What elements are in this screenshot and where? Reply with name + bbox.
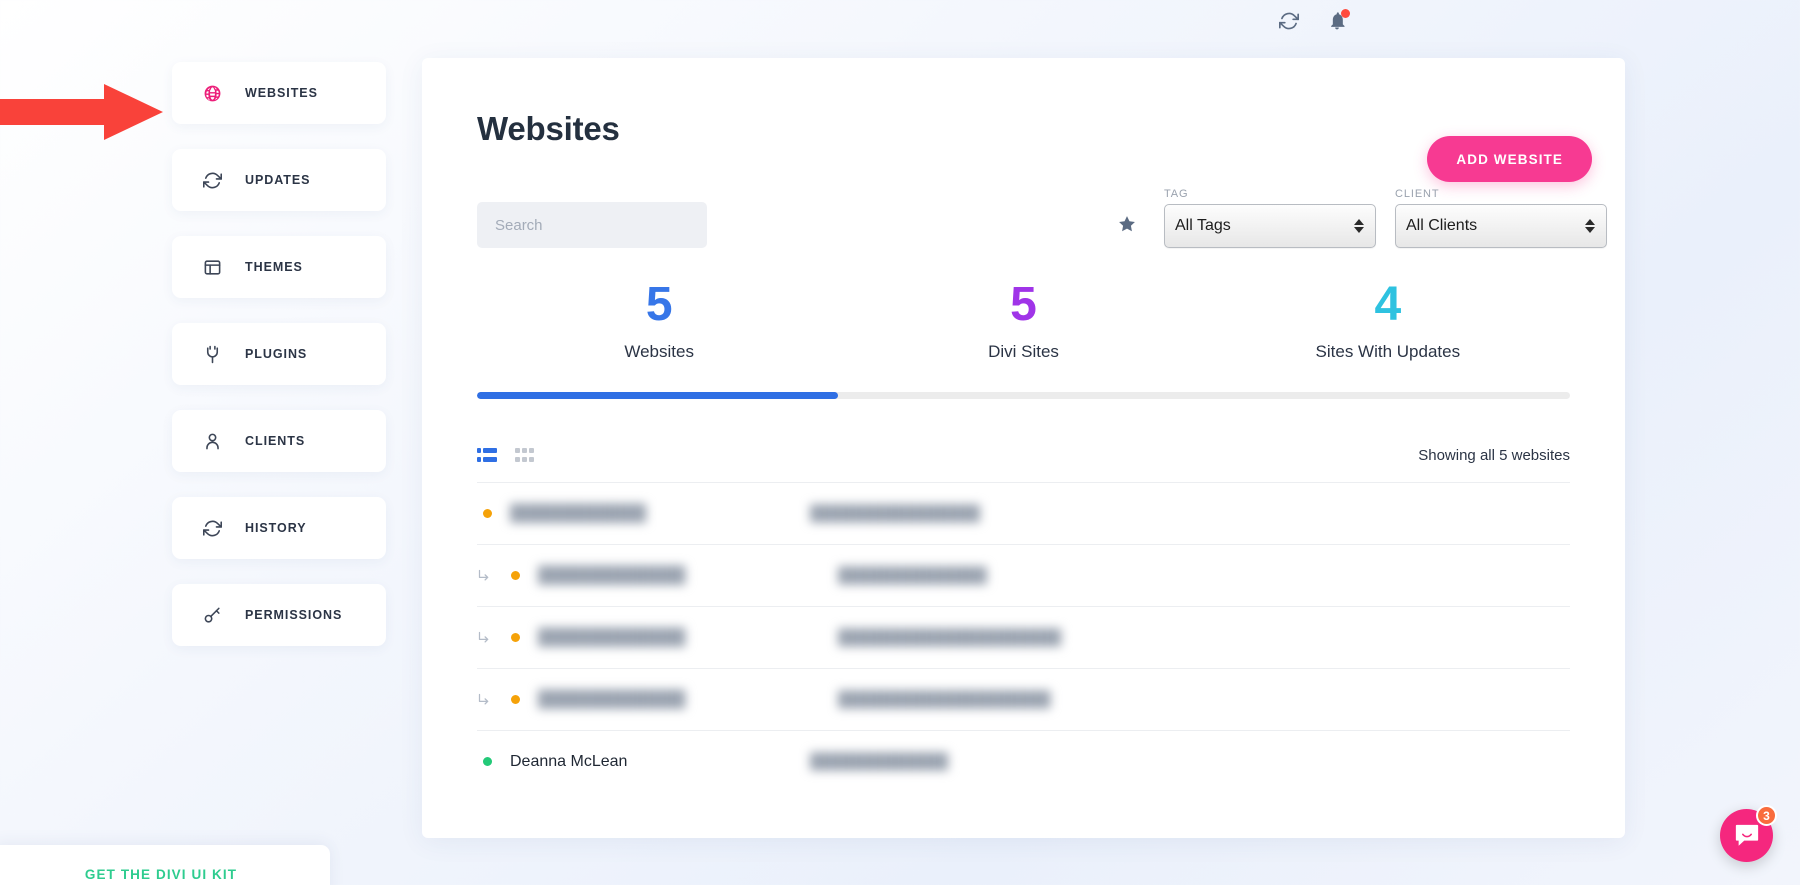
stat-value: 5: [1010, 278, 1037, 331]
red-arrow-annotation: [0, 84, 163, 140]
website-url: ██████████████: [838, 567, 987, 585]
tag-filter-label: TAG: [1164, 188, 1189, 200]
subsite-arrow-icon: [477, 630, 511, 645]
stat-sites-with-updates: 4 Sites With Updates: [1206, 278, 1570, 362]
view-toggle-group: [477, 447, 535, 464]
tag-filter-value: All Tags: [1175, 217, 1231, 234]
status-dot: [511, 571, 520, 581]
website-row[interactable]: Deanna McLean █████████████: [477, 730, 1570, 792]
subsite-arrow-icon: [477, 568, 511, 583]
progress-bar-fill: [477, 392, 838, 400]
stats-row: 5 Websites 5 Divi Sites 4 Sites With Upd…: [477, 278, 1570, 362]
main-content-card: ADD WEBSITE Websites TAG All Tags CLIENT: [422, 58, 1625, 838]
sidebar-item-label: PERMISSIONS: [245, 608, 343, 622]
client-filter-select[interactable]: All Clients: [1395, 204, 1607, 248]
refresh-icon: [201, 517, 223, 539]
website-url: █████████████████████: [838, 629, 1062, 647]
chat-bubble-icon: [1735, 824, 1758, 846]
intercom-chat-button[interactable]: 3: [1720, 805, 1777, 862]
status-dot: [511, 695, 520, 705]
showing-count-text: Showing all 5 websites: [1418, 447, 1570, 465]
website-url: █████████████: [810, 753, 949, 771]
sidebar-item-history[interactable]: HISTORY: [172, 497, 386, 559]
intercom-unread-badge: 3: [1756, 805, 1777, 826]
subsite-arrow-icon: [477, 692, 511, 707]
sidebar-item-updates[interactable]: UPDATES: [172, 149, 386, 211]
stat-label: Divi Sites: [988, 342, 1059, 362]
search-input[interactable]: [477, 202, 707, 248]
client-filter-value: All Clients: [1406, 217, 1478, 234]
sidebar-item-permissions[interactable]: PERMISSIONS: [172, 584, 386, 646]
sidebar-item-label: WEBSITES: [245, 86, 318, 100]
key-icon: [201, 604, 223, 626]
top-bar: [0, 0, 1800, 42]
website-name: █████████████: [538, 628, 686, 646]
website-row[interactable]: █████████████ ████████████████████: [477, 668, 1570, 730]
grid-view-icon[interactable]: [515, 447, 535, 464]
globe-icon: [201, 82, 223, 104]
website-name: █████████████: [538, 566, 686, 584]
promo-label: GET THE DIVI UI KIT: [84, 866, 238, 882]
chevron-updown-icon: [1354, 219, 1364, 233]
stat-label: Websites: [624, 342, 694, 362]
plug-icon: [201, 343, 223, 365]
notification-badge-dot: [1341, 9, 1350, 18]
website-row[interactable]: ████████████ ████████████████: [477, 482, 1570, 544]
status-dot: [483, 757, 492, 767]
divi-ui-kit-promo[interactable]: GET THE DIVI UI KIT: [0, 845, 330, 885]
stat-label: Sites With Updates: [1315, 342, 1461, 362]
refresh-icon[interactable]: [1278, 10, 1300, 32]
website-name: Deanna McLean: [510, 752, 628, 770]
stat-value: 4: [1374, 278, 1402, 331]
sidebar-item-themes[interactable]: THEMES: [172, 236, 386, 298]
website-url: ████████████████████: [838, 691, 1051, 709]
status-dot: [483, 509, 492, 519]
refresh-icon: [201, 169, 223, 191]
client-filter-label: CLIENT: [1395, 188, 1440, 200]
website-row[interactable]: █████████████ █████████████████████: [477, 606, 1570, 668]
status-dot: [511, 633, 520, 643]
user-icon: [201, 430, 223, 452]
sidebar: WEBSITES UPDATES THEMES PLUGINS CLIENTS …: [172, 62, 386, 671]
add-website-button[interactable]: ADD WEBSITE: [1427, 136, 1592, 182]
sidebar-item-label: PLUGINS: [245, 347, 308, 361]
stat-websites: 5 Websites: [477, 278, 841, 362]
sidebar-item-label: UPDATES: [245, 173, 311, 187]
page-title: Websites: [477, 110, 620, 147]
list-view-icon[interactable]: [477, 447, 497, 464]
website-name: ████████████: [510, 504, 647, 522]
star-icon[interactable]: [1117, 214, 1137, 239]
progress-bar: [477, 392, 1570, 400]
stat-value: 5: [645, 278, 673, 331]
window-icon: [201, 256, 223, 278]
sidebar-item-clients[interactable]: CLIENTS: [172, 410, 386, 472]
list-toolbar: Showing all 5 websites: [477, 447, 1570, 482]
website-list: ████████████ ████████████████ ████████████…: [477, 482, 1570, 792]
website-url: ████████████████: [810, 505, 981, 523]
bell-icon[interactable]: [1326, 9, 1350, 32]
stat-divi-sites: 5 Divi Sites: [841, 278, 1205, 362]
sidebar-item-label: THEMES: [245, 260, 303, 274]
tag-filter: TAG All Tags: [1164, 188, 1376, 248]
tag-filter-select[interactable]: All Tags: [1164, 204, 1376, 248]
sidebar-item-websites[interactable]: WEBSITES: [172, 62, 386, 124]
filter-bar: TAG All Tags CLIENT All Clients: [477, 188, 1607, 250]
website-row[interactable]: █████████████ ██████████████: [477, 544, 1570, 606]
sidebar-item-label: CLIENTS: [245, 434, 306, 448]
chevron-updown-icon: [1585, 219, 1595, 233]
client-filter: CLIENT All Clients: [1395, 188, 1607, 248]
website-name: █████████████: [538, 690, 686, 708]
sidebar-item-label: HISTORY: [245, 521, 307, 535]
sidebar-item-plugins[interactable]: PLUGINS: [172, 323, 386, 385]
